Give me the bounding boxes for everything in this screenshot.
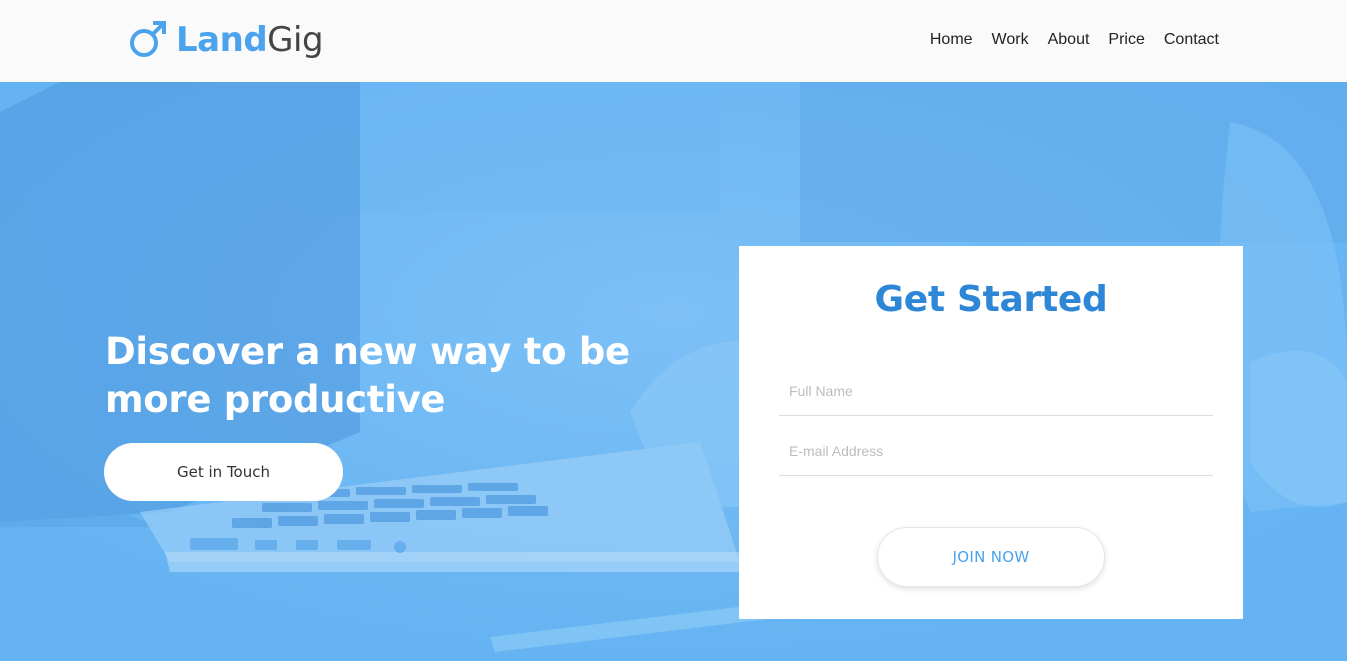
nav-work[interactable]: Work [992,30,1029,50]
brand-name-part2: Gig [267,20,324,60]
hero-section: Discover a new way to be more productive… [0,82,1347,661]
get-in-touch-button[interactable]: Get in Touch [104,443,343,501]
full-name-field[interactable] [779,366,1213,416]
form-title: Get Started [874,279,1108,320]
male-symbol-icon [130,21,166,57]
brand-name: LandGig [176,18,324,62]
nav-price[interactable]: Price [1108,30,1144,50]
signup-card: Get Started JOIN NOW [739,246,1243,619]
email-field[interactable] [779,426,1213,476]
nav-home[interactable]: Home [930,30,973,50]
site-header: LandGig Home Work About Price Contact [0,0,1347,82]
hero-headline: Discover a new way to be more productive [105,330,630,421]
logo[interactable]: LandGig [128,18,324,62]
join-now-button[interactable]: JOIN NOW [877,527,1105,587]
main-nav: Home Work About Price Contact [930,30,1219,50]
nav-about[interactable]: About [1048,30,1090,50]
nav-contact[interactable]: Contact [1164,30,1219,50]
brand-name-part1: Land [176,20,268,60]
